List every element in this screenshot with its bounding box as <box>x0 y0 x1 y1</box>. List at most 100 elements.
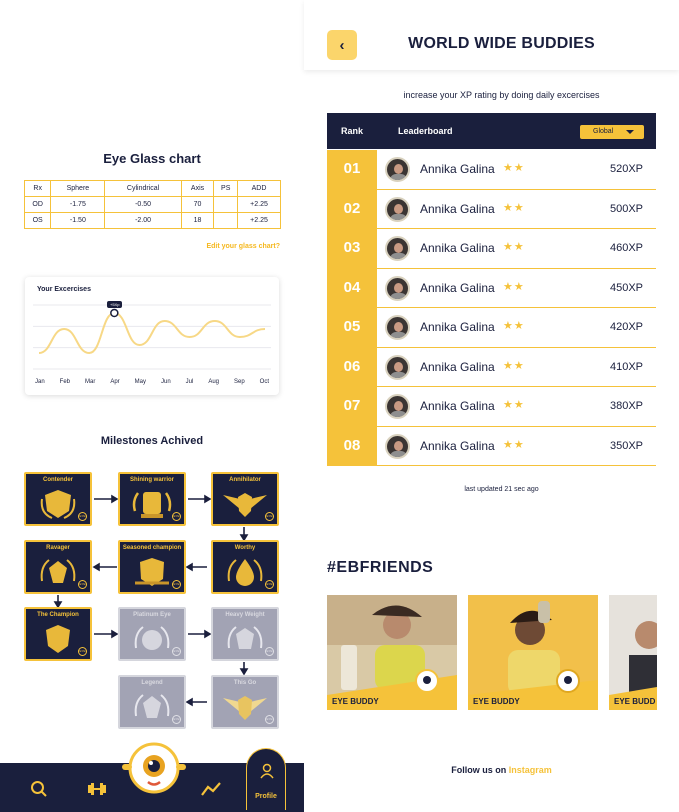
instagram-link[interactable]: Instagram <box>509 765 552 775</box>
leaderboard-row[interactable]: 06 Annika Galina ★★ 410XP <box>327 347 656 387</box>
badge-name: Platinum Eye <box>133 612 171 618</box>
star-rating-icon: ★★ <box>503 280 525 293</box>
leaderboard-row[interactable]: 03 Annika Galina ★★ 460XP <box>327 229 656 269</box>
avatar <box>385 315 410 340</box>
avatar <box>385 236 410 261</box>
post-card[interactable]: EYE BUDD <box>609 595 657 710</box>
badge-name: Ravager <box>46 545 70 551</box>
star-rating-icon: ★★ <box>503 399 525 411</box>
badge-shining-warrior[interactable]: Shining warrior EYE <box>118 472 186 526</box>
rank-number: 06 <box>327 347 377 386</box>
badge-name: The Champion <box>37 612 79 618</box>
badge-name: Shining warrior <box>129 477 174 483</box>
xp-value: 520XP <box>609 163 643 175</box>
badge-this-go[interactable]: This Go EYE <box>211 675 279 729</box>
leaderboard-row[interactable]: 07 Annika Galina ★★ 380XP <box>327 387 656 427</box>
badge-worthy[interactable]: Worthy EYE <box>211 540 279 594</box>
badge-name: Heavy Weight <box>225 612 265 618</box>
star-rating-icon: ★★ <box>503 320 525 332</box>
ebfriends-title: #EBFRIENDS <box>327 559 434 576</box>
avatar <box>385 275 410 301</box>
leaderboard-row[interactable]: 02 Annika Galina ★★ 500XP <box>327 189 656 229</box>
left-panel: Eye Glass chart Rx Sphere Cylindrical Ax… <box>0 0 304 812</box>
player-name: Annika Galina <box>420 241 495 255</box>
search-icon[interactable] <box>30 780 48 798</box>
eye-icon: EYE <box>78 580 87 589</box>
laurel-icon <box>134 626 170 650</box>
profile-label: Profile <box>255 793 277 800</box>
winged-shield-icon <box>223 493 267 517</box>
player-name: Annika Galina <box>420 162 495 176</box>
player-name: Annika Galina <box>420 359 495 374</box>
eye-icon: EYE <box>172 512 181 521</box>
trophy-icon <box>132 492 172 518</box>
leaderboard-row[interactable]: 08 Annika Galina ★★ 350XP <box>327 426 656 466</box>
post-photo <box>468 595 598 710</box>
badge-name: Annihilator <box>229 477 261 483</box>
stats-icon[interactable] <box>201 780 221 798</box>
scope-dropdown-value: Global <box>593 128 614 135</box>
badge-name: Contender <box>43 477 73 483</box>
rank-number: 08 <box>327 426 377 465</box>
eye-icon: EYE <box>265 580 274 589</box>
header: ‹ WORLD WIDE BUDDIES <box>304 0 679 70</box>
drop-icon <box>227 559 263 586</box>
laurel-icon <box>134 694 170 718</box>
profile-icon <box>260 763 274 779</box>
badge-platinum-eye[interactable]: Platinum Eye EYE <box>118 607 186 661</box>
avatar <box>385 196 410 222</box>
avatar <box>385 394 410 419</box>
avatar <box>385 354 410 380</box>
xp-value: 350XP <box>609 439 643 452</box>
player-name: Annika Galina <box>420 438 495 453</box>
leaderboard-row[interactable]: 05 Annika Galina ★★ 420XP <box>327 308 656 348</box>
profile-tab[interactable]: Profile <box>246 748 286 810</box>
post-photo <box>327 595 457 710</box>
scope-dropdown[interactable]: Global <box>580 125 644 139</box>
shield-icon <box>135 558 169 586</box>
eye-icon: EYE <box>172 580 181 589</box>
crest-icon <box>40 559 76 583</box>
badge-name: Seasoned champion <box>122 545 182 551</box>
lock-icon: EYE <box>172 715 181 724</box>
last-updated: last updated 21 sec ago <box>464 486 539 493</box>
mascot-home-button[interactable] <box>118 738 190 796</box>
rank-number: 05 <box>327 308 377 347</box>
badge-contender[interactable]: Contender EYE <box>24 472 92 526</box>
right-panel: ‹ WORLD WIDE BUDDIES increase your XP ra… <box>304 0 679 812</box>
leaderboard-row[interactable]: 01 Annika Galina ★★ 520XP <box>327 150 656 190</box>
caret-down-icon <box>626 130 634 134</box>
avatar <box>385 157 410 182</box>
dumbbell-icon[interactable] <box>86 780 108 798</box>
eye-icon: EYE <box>78 512 87 521</box>
badge-ravager[interactable]: Ravager EYE <box>24 540 92 594</box>
page-title: WORLD WIDE BUDDIES <box>408 35 595 52</box>
post-card[interactable]: EYE BUDDY <box>327 595 457 710</box>
xp-value: 500XP <box>609 202 643 215</box>
lock-icon: EYE <box>265 647 274 656</box>
post-label: EYE BUDDY <box>473 697 520 706</box>
player-name: Annika Galina <box>420 399 495 413</box>
badge-annihilator[interactable]: Annihilator EYE <box>211 472 279 526</box>
leaderboard-row[interactable]: 04 Annika Galina ★★ 450XP <box>327 268 656 308</box>
player-name: Annika Galina <box>420 320 495 334</box>
badge-heavy-weight[interactable]: Heavy Weight EYE <box>211 607 279 661</box>
follow-us: Follow us on Instagram <box>304 765 679 775</box>
lock-icon: EYE <box>172 647 181 656</box>
star-rating-icon: ★★ <box>503 162 525 174</box>
winged-icon <box>223 696 267 720</box>
badge-the-champion[interactable]: The Champion EYE <box>24 607 92 661</box>
rank-number: 02 <box>327 189 377 228</box>
rank-number: 04 <box>327 268 377 307</box>
lock-icon: EYE <box>265 715 274 724</box>
badge-name: Worthy <box>234 545 256 551</box>
eye-icon: EYE <box>265 512 274 521</box>
badge-legend[interactable]: Legend EYE <box>118 675 186 729</box>
post-card[interactable]: EYE BUDDY <box>468 595 598 710</box>
xp-value: 450XP <box>609 281 643 294</box>
rank-number: 01 <box>327 150 377 189</box>
follow-prefix: Follow us on <box>451 765 507 775</box>
xp-value: 460XP <box>609 242 643 254</box>
rank-number: 07 <box>327 387 377 426</box>
badge-seasoned-champion[interactable]: Seasoned champion EYE <box>118 540 186 594</box>
